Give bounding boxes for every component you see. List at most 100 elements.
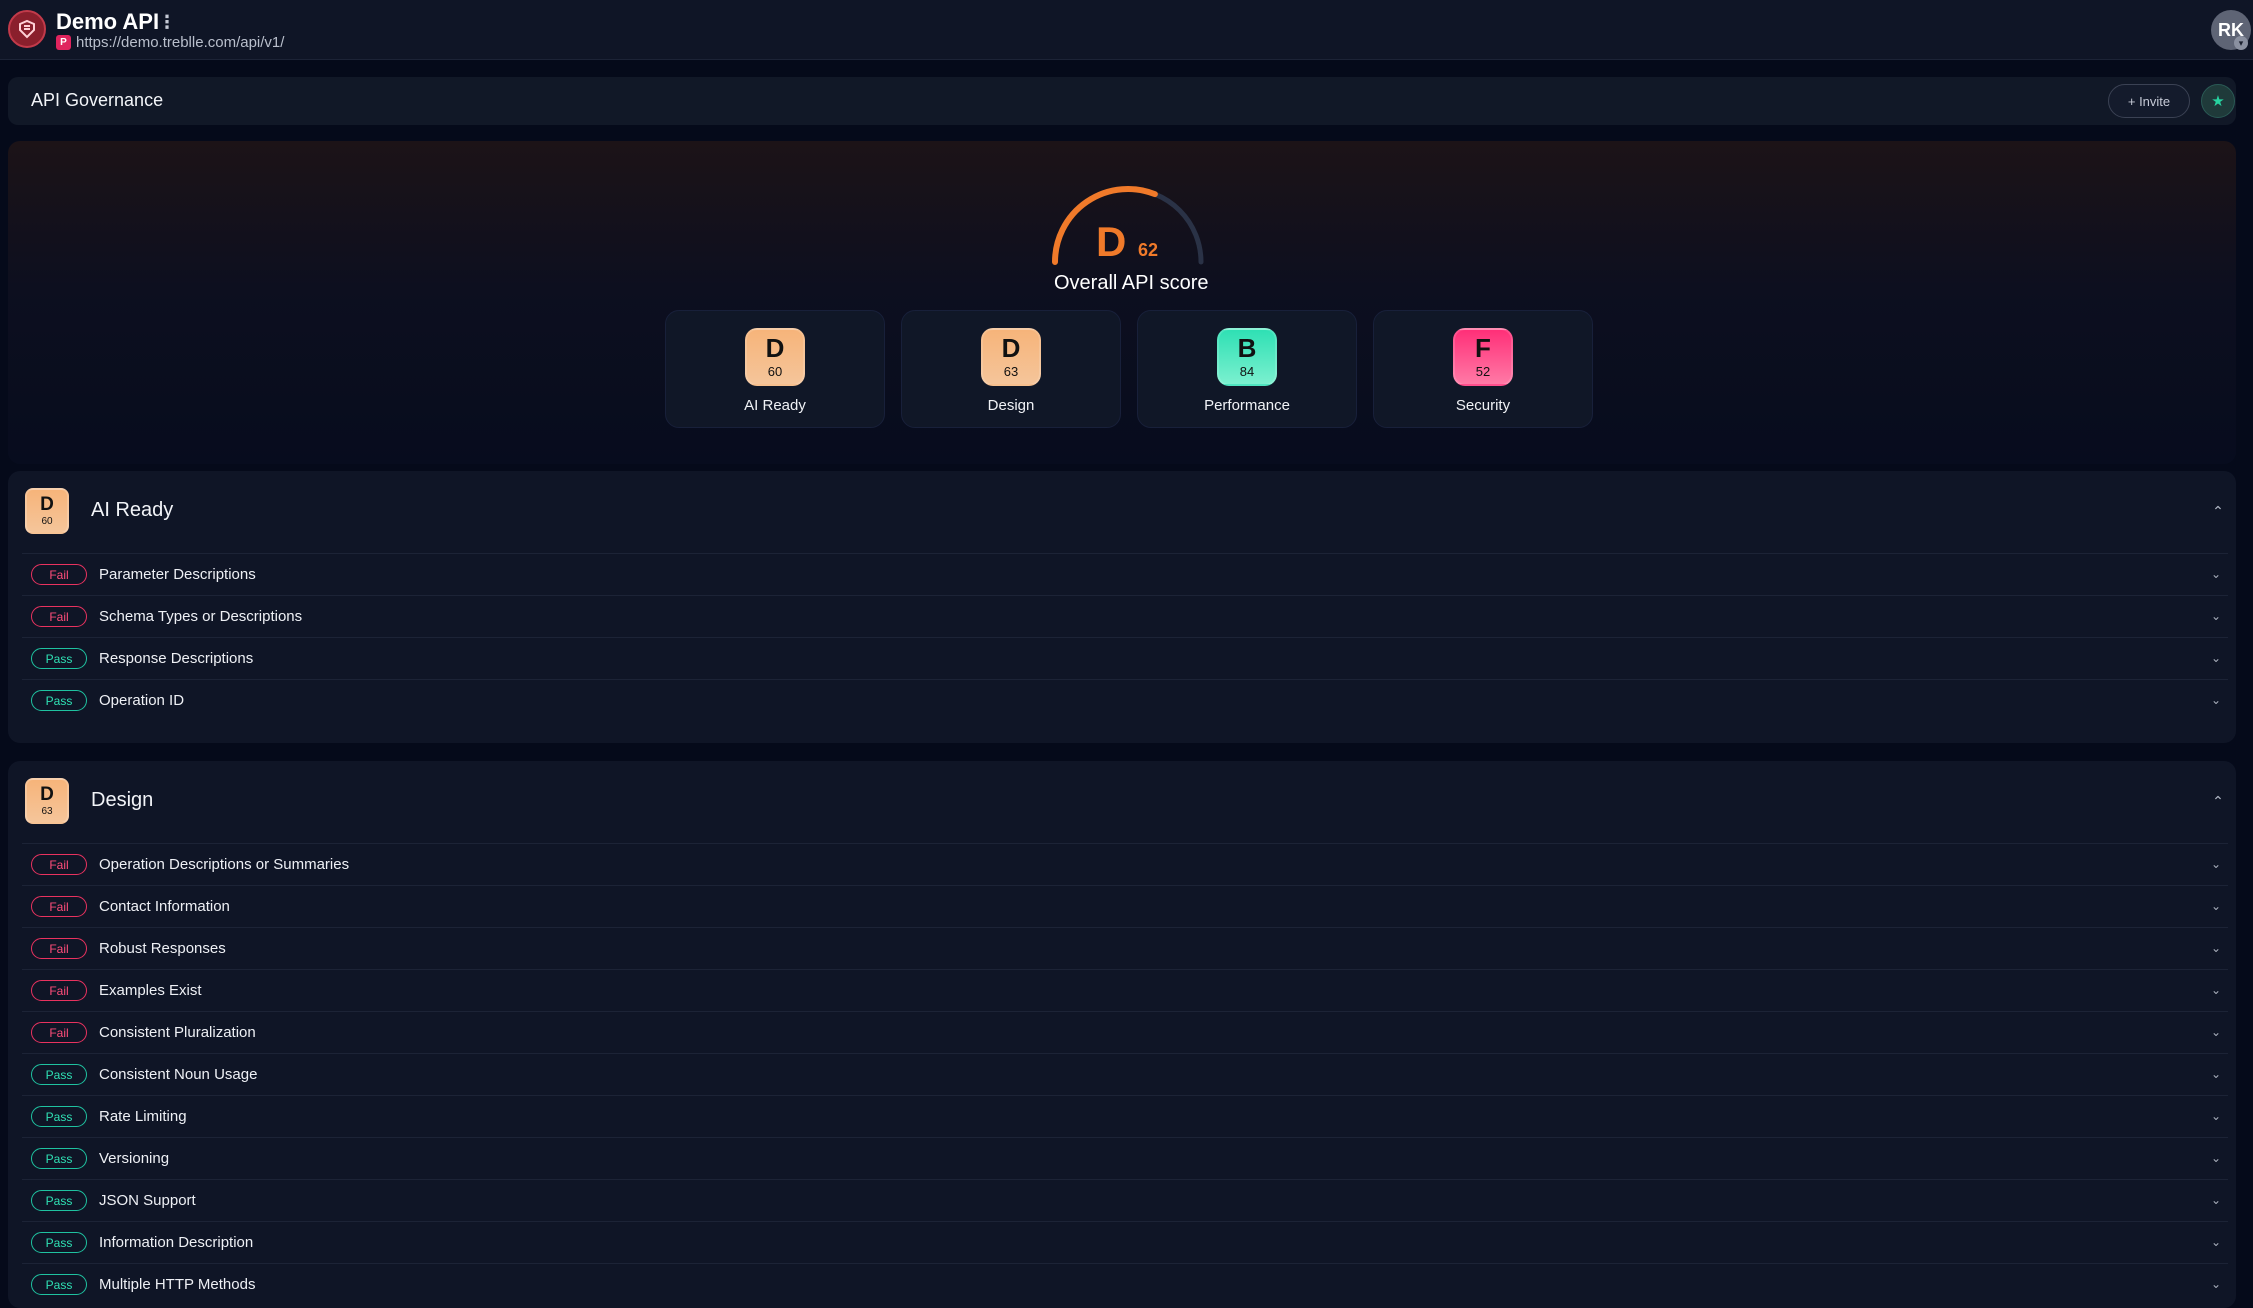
category-label: Design	[987, 397, 1035, 414]
status-badge: Pass	[31, 1106, 87, 1127]
chevron-down-icon[interactable]: ⌄	[2208, 650, 2224, 666]
chevron-down-icon[interactable]: ⌄	[2208, 1276, 2224, 1292]
url-badge-icon: P	[56, 35, 71, 50]
rule-row[interactable]: Fail Schema Types or Descriptions ⌄	[22, 595, 2228, 637]
status-badge: Pass	[31, 1064, 87, 1085]
category-card-ai-ready[interactable]: D 60 AI Ready	[665, 310, 885, 428]
grade-score: 84	[1239, 364, 1255, 379]
status-badge: Fail	[31, 938, 87, 959]
rule-row[interactable]: Pass Rate Limiting ⌄	[22, 1095, 2228, 1137]
grade-score: 63	[1003, 364, 1019, 379]
rule-name: Parameter Descriptions	[99, 566, 256, 583]
chevron-down-icon[interactable]: ⌄	[2208, 1108, 2224, 1124]
avatar-chevron-down-icon[interactable]: ▾	[2234, 36, 2248, 50]
app-title: Demo API	[56, 9, 160, 34]
api-url: P https://demo.treblle.com/api/v1/	[56, 34, 284, 51]
chevron-down-icon[interactable]: ⌄	[2208, 898, 2224, 914]
grade-score: 60	[767, 364, 783, 379]
grade-badge: D 60	[745, 328, 805, 386]
rule-name: Consistent Pluralization	[99, 1024, 256, 1041]
category-label: AI Ready	[744, 397, 806, 414]
rule-name: Response Descriptions	[99, 650, 254, 667]
status-badge: Fail	[31, 896, 87, 917]
overall-score: 62	[1138, 240, 1159, 260]
rule-name: Schema Types or Descriptions	[99, 608, 303, 625]
grade-badge: B 84	[1217, 328, 1277, 386]
api-url-text[interactable]: https://demo.treblle.com/api/v1/	[76, 34, 284, 51]
rule-row[interactable]: Fail Robust Responses ⌄	[22, 927, 2228, 969]
status-badge: Pass	[31, 1232, 87, 1253]
grade-score: 60	[41, 516, 53, 527]
rule-name: Robust Responses	[99, 940, 226, 957]
rule-row[interactable]: Pass Operation ID ⌄	[22, 679, 2228, 721]
chevron-down-icon[interactable]: ⌄	[2208, 1066, 2224, 1082]
grade-letter: D	[1001, 333, 1021, 363]
chevron-up-icon[interactable]: ⌃	[2208, 791, 2228, 811]
page-title: API Governance	[31, 90, 164, 110]
chevron-down-icon[interactable]: ⌄	[2208, 1150, 2224, 1166]
chevron-down-icon[interactable]: ⌄	[2208, 940, 2224, 956]
rule-row[interactable]: Pass Versioning ⌄	[22, 1137, 2228, 1179]
overall-grade: D	[1096, 218, 1127, 265]
chevron-down-icon[interactable]: ⌄	[2208, 1192, 2224, 1208]
status-badge: Fail	[31, 564, 87, 585]
section-title: AI Ready	[91, 499, 174, 521]
section-ai-ready: D 60 AI Ready ⌃ Fail Parameter Descripti…	[8, 471, 2236, 743]
more-options-icon[interactable]: ⋮	[158, 12, 176, 33]
chevron-down-icon[interactable]: ⌄	[2208, 1024, 2224, 1040]
rule-row[interactable]: Pass Multiple HTTP Methods ⌄	[22, 1263, 2228, 1305]
rule-row[interactable]: Fail Parameter Descriptions ⌄	[22, 553, 2228, 595]
status-badge: Fail	[31, 606, 87, 627]
section-grade-badge: D 60	[25, 488, 69, 534]
invite-button[interactable]: + Invite	[2108, 84, 2190, 118]
grade-letter: D	[765, 333, 785, 363]
rule-row[interactable]: Pass Information Description ⌄	[22, 1221, 2228, 1263]
rule-row[interactable]: Pass Consistent Noun Usage ⌄	[22, 1053, 2228, 1095]
status-badge: Fail	[31, 980, 87, 1001]
rule-row[interactable]: Fail Contact Information ⌄	[22, 885, 2228, 927]
status-badge: Pass	[31, 690, 87, 711]
rule-row[interactable]: Fail Consistent Pluralization ⌄	[22, 1011, 2228, 1053]
section-grade-badge: D 63	[25, 778, 69, 824]
category-label: Performance	[1204, 397, 1290, 414]
rule-name: Operation ID	[99, 692, 185, 709]
app-logo-icon[interactable]	[8, 10, 46, 48]
rule-name: Examples Exist	[99, 982, 202, 999]
chevron-down-icon[interactable]: ⌄	[2208, 566, 2224, 582]
status-badge: Pass	[31, 1274, 87, 1295]
rule-row[interactable]: Pass Response Descriptions ⌄	[22, 637, 2228, 679]
chevron-down-icon[interactable]: ⌄	[2208, 1234, 2224, 1250]
category-card-performance[interactable]: B 84 Performance	[1137, 310, 1357, 428]
status-badge: Pass	[31, 1190, 87, 1211]
rule-row[interactable]: Pass JSON Support ⌄	[22, 1179, 2228, 1221]
status-badge: Pass	[31, 1148, 87, 1169]
governance-header: API Governance + Invite ★	[8, 77, 2236, 125]
rule-name: Information Description	[99, 1234, 254, 1251]
star-icon[interactable]: ★	[2201, 84, 2235, 118]
treblle-logo-icon	[19, 19, 35, 39]
chevron-down-icon[interactable]: ⌄	[2208, 856, 2224, 872]
chevron-up-icon[interactable]: ⌃	[2208, 501, 2228, 521]
grade-letter: F	[1475, 333, 1491, 363]
status-badge: Fail	[31, 1022, 87, 1043]
rule-row[interactable]: Fail Examples Exist ⌄	[22, 969, 2228, 1011]
status-badge: Pass	[31, 648, 87, 669]
rule-name: Contact Information	[99, 898, 230, 915]
section-title: Design	[91, 789, 154, 811]
grade-badge: D 63	[981, 328, 1041, 386]
chevron-down-icon[interactable]: ⌄	[2208, 982, 2224, 998]
category-label: Security	[1455, 397, 1511, 414]
section-design: D 63 Design ⌃ Fail Operation Description…	[8, 761, 2236, 1308]
category-card-security[interactable]: F 52 Security	[1373, 310, 1593, 428]
rule-name: Versioning	[99, 1150, 170, 1167]
rule-name: Consistent Noun Usage	[99, 1066, 258, 1083]
chevron-down-icon[interactable]: ⌄	[2208, 608, 2224, 624]
grade-score: 63	[41, 806, 53, 817]
grade-letter: D	[40, 784, 54, 805]
category-card-design[interactable]: D 63 Design	[901, 310, 1121, 428]
rule-name: JSON Support	[99, 1192, 196, 1209]
overall-score-gauge	[1052, 186, 1204, 265]
chevron-down-icon[interactable]: ⌄	[2208, 692, 2224, 708]
rule-name: Rate Limiting	[99, 1108, 187, 1125]
rule-row[interactable]: Fail Operation Descriptions or Summaries…	[22, 843, 2228, 885]
